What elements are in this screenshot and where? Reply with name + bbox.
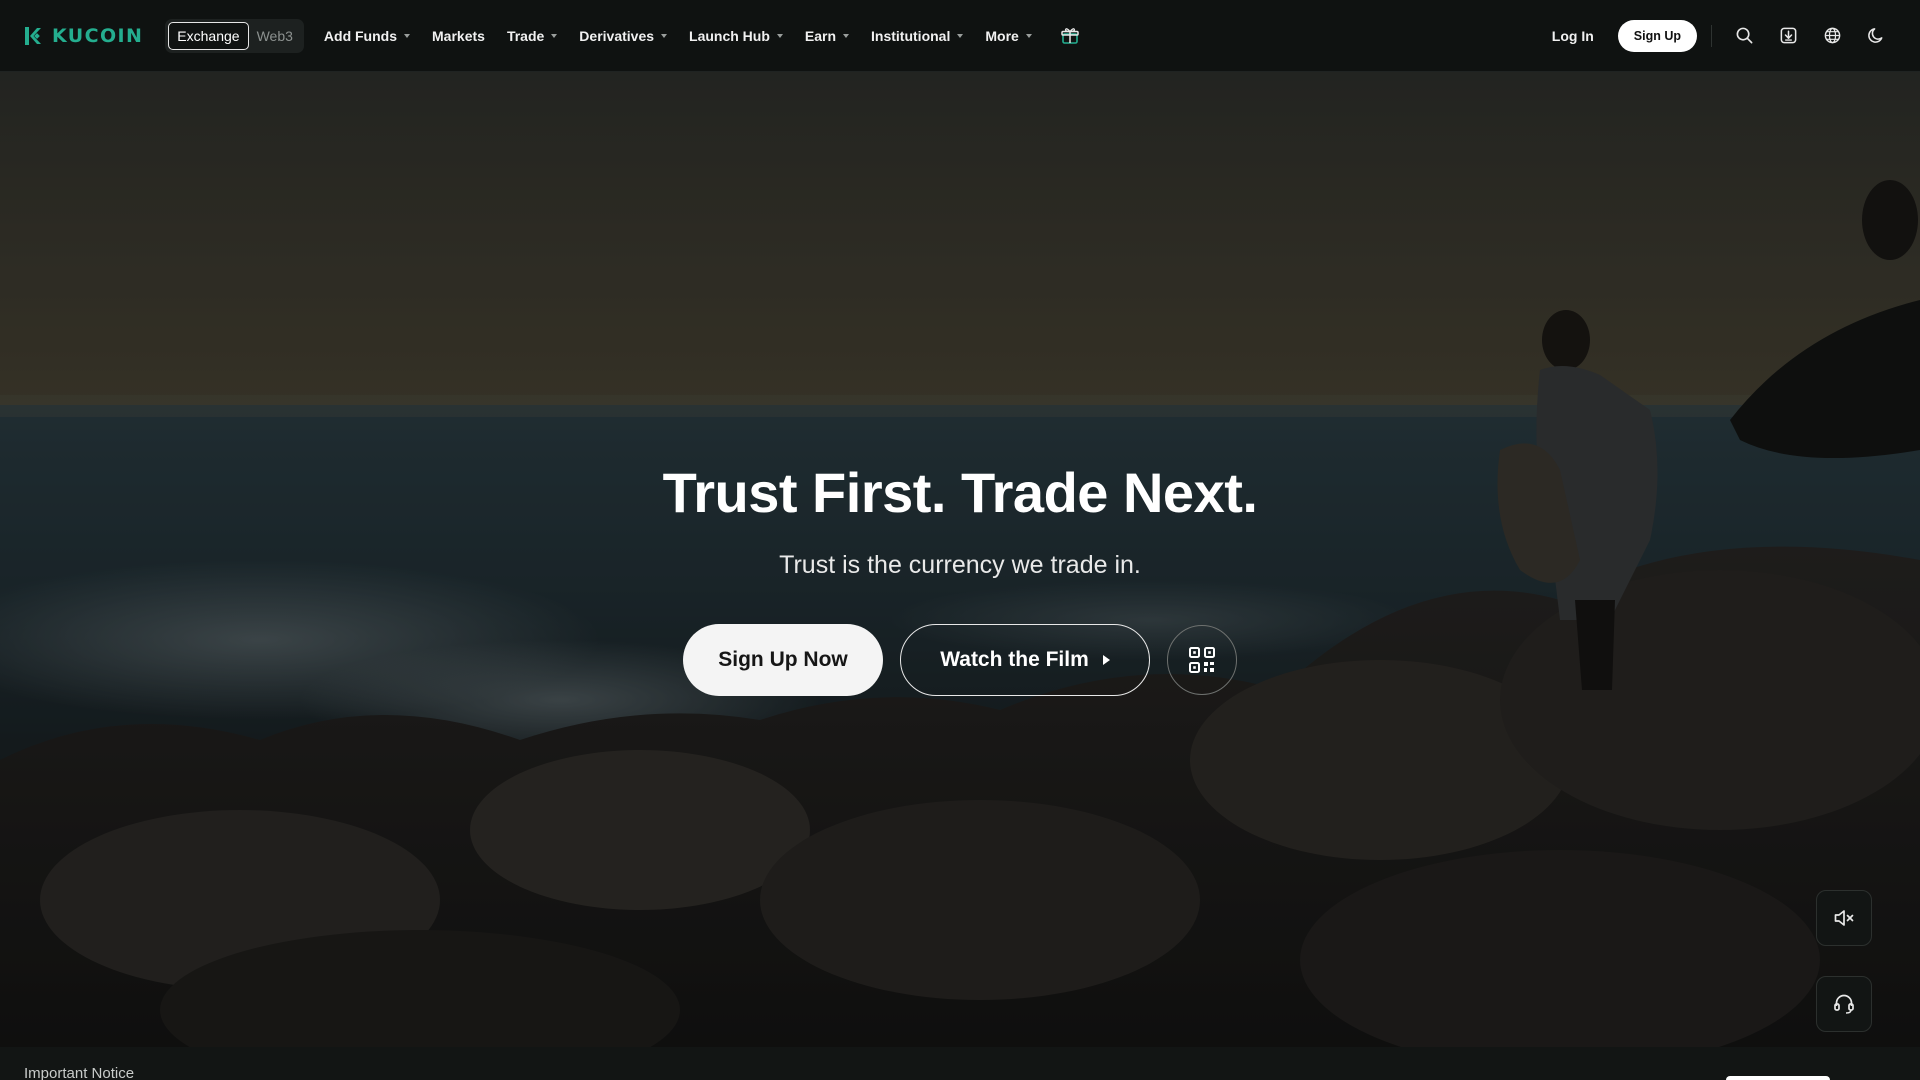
nav-institutional[interactable]: Institutional (871, 27, 964, 44)
chevron-down-icon (776, 34, 783, 38)
nav-earn-label: Earn (804, 27, 837, 44)
nav-launch-hub-label: Launch Hub (689, 27, 770, 44)
notice-action-pill[interactable] (1726, 1076, 1830, 1080)
login-link[interactable]: Log In (1552, 28, 1594, 44)
qr-code-icon (1189, 647, 1215, 673)
hero-subtitle: Trust is the currency we trade in. (779, 551, 1141, 579)
header-actions: Log In Sign Up (1552, 18, 1898, 54)
qr-code-button[interactable] (1167, 625, 1237, 695)
kucoin-logo[interactable]: KUCOIN (22, 24, 143, 48)
support-chat-button[interactable] (1816, 976, 1872, 1032)
nav-institutional-label: Institutional (871, 27, 951, 44)
hero-section: Trust First. Trade Next. Trust is the cu… (0, 460, 1920, 580)
mode-exchange-tab[interactable]: Exchange (168, 21, 249, 50)
nav-derivatives-label: Derivatives (579, 27, 655, 44)
nav-markets-label: Markets (432, 27, 485, 44)
hero-cta-group: Sign Up Now Watch the Film (683, 624, 1237, 696)
search-button[interactable] (1722, 18, 1766, 54)
chevron-down-icon (843, 34, 850, 38)
headset-icon (1834, 994, 1854, 1014)
chevron-down-icon (957, 34, 964, 38)
nav-trade[interactable]: Trade (506, 27, 558, 44)
sign-up-now-button[interactable]: Sign Up Now (683, 624, 883, 696)
nav-more-label: More (985, 27, 1019, 44)
nav-earn[interactable]: Earn (804, 27, 850, 44)
nav-more[interactable]: More (985, 27, 1032, 44)
chevron-down-icon (551, 34, 558, 38)
speaker-muted-icon (1834, 910, 1854, 926)
hero-title: Trust First. Trade Next. (662, 461, 1258, 524)
nav-markets[interactable]: Markets (432, 28, 485, 44)
nav-add-funds[interactable]: Add Funds (323, 27, 411, 44)
globe-icon (1824, 27, 1840, 44)
mute-toggle-button[interactable] (1816, 890, 1872, 946)
download-app-button[interactable] (1766, 18, 1810, 54)
brand-name: KUCOIN (52, 24, 144, 47)
divider (1711, 24, 1712, 47)
play-icon (1102, 655, 1110, 665)
signup-button[interactable]: Sign Up (1617, 19, 1697, 52)
watch-film-label: Watch the Film (940, 648, 1089, 671)
mode-web3-tab[interactable]: Web3 (249, 23, 301, 49)
important-notice-label[interactable]: Important Notice (24, 1065, 134, 1080)
top-navigation-bar: KUCOIN Exchange Web3 Add Funds Markets T… (0, 0, 1920, 72)
nav-add-funds-label: Add Funds (323, 27, 398, 44)
chevron-down-icon (404, 34, 411, 38)
language-currency-button[interactable] (1810, 18, 1854, 54)
nav-trade-label: Trade (506, 27, 545, 44)
chevron-down-icon (1025, 34, 1032, 38)
nav-launch-hub[interactable]: Launch Hub (689, 28, 783, 44)
kucoin-logo-icon (25, 26, 41, 45)
chevron-down-icon (661, 34, 668, 38)
moon-icon (1867, 28, 1882, 43)
gift-icon[interactable] (1060, 26, 1080, 46)
main-nav: Add Funds Markets Trade Derivatives Laun… (324, 26, 1080, 46)
theme-toggle-button[interactable] (1854, 18, 1898, 54)
important-notice-bar: Important Notice (0, 1047, 1920, 1080)
download-icon (1780, 27, 1796, 44)
watch-film-button[interactable]: Watch the Film (900, 624, 1150, 696)
search-icon (1736, 27, 1752, 44)
exchange-web3-switch: Exchange Web3 (165, 18, 304, 53)
nav-derivatives[interactable]: Derivatives (579, 27, 668, 44)
